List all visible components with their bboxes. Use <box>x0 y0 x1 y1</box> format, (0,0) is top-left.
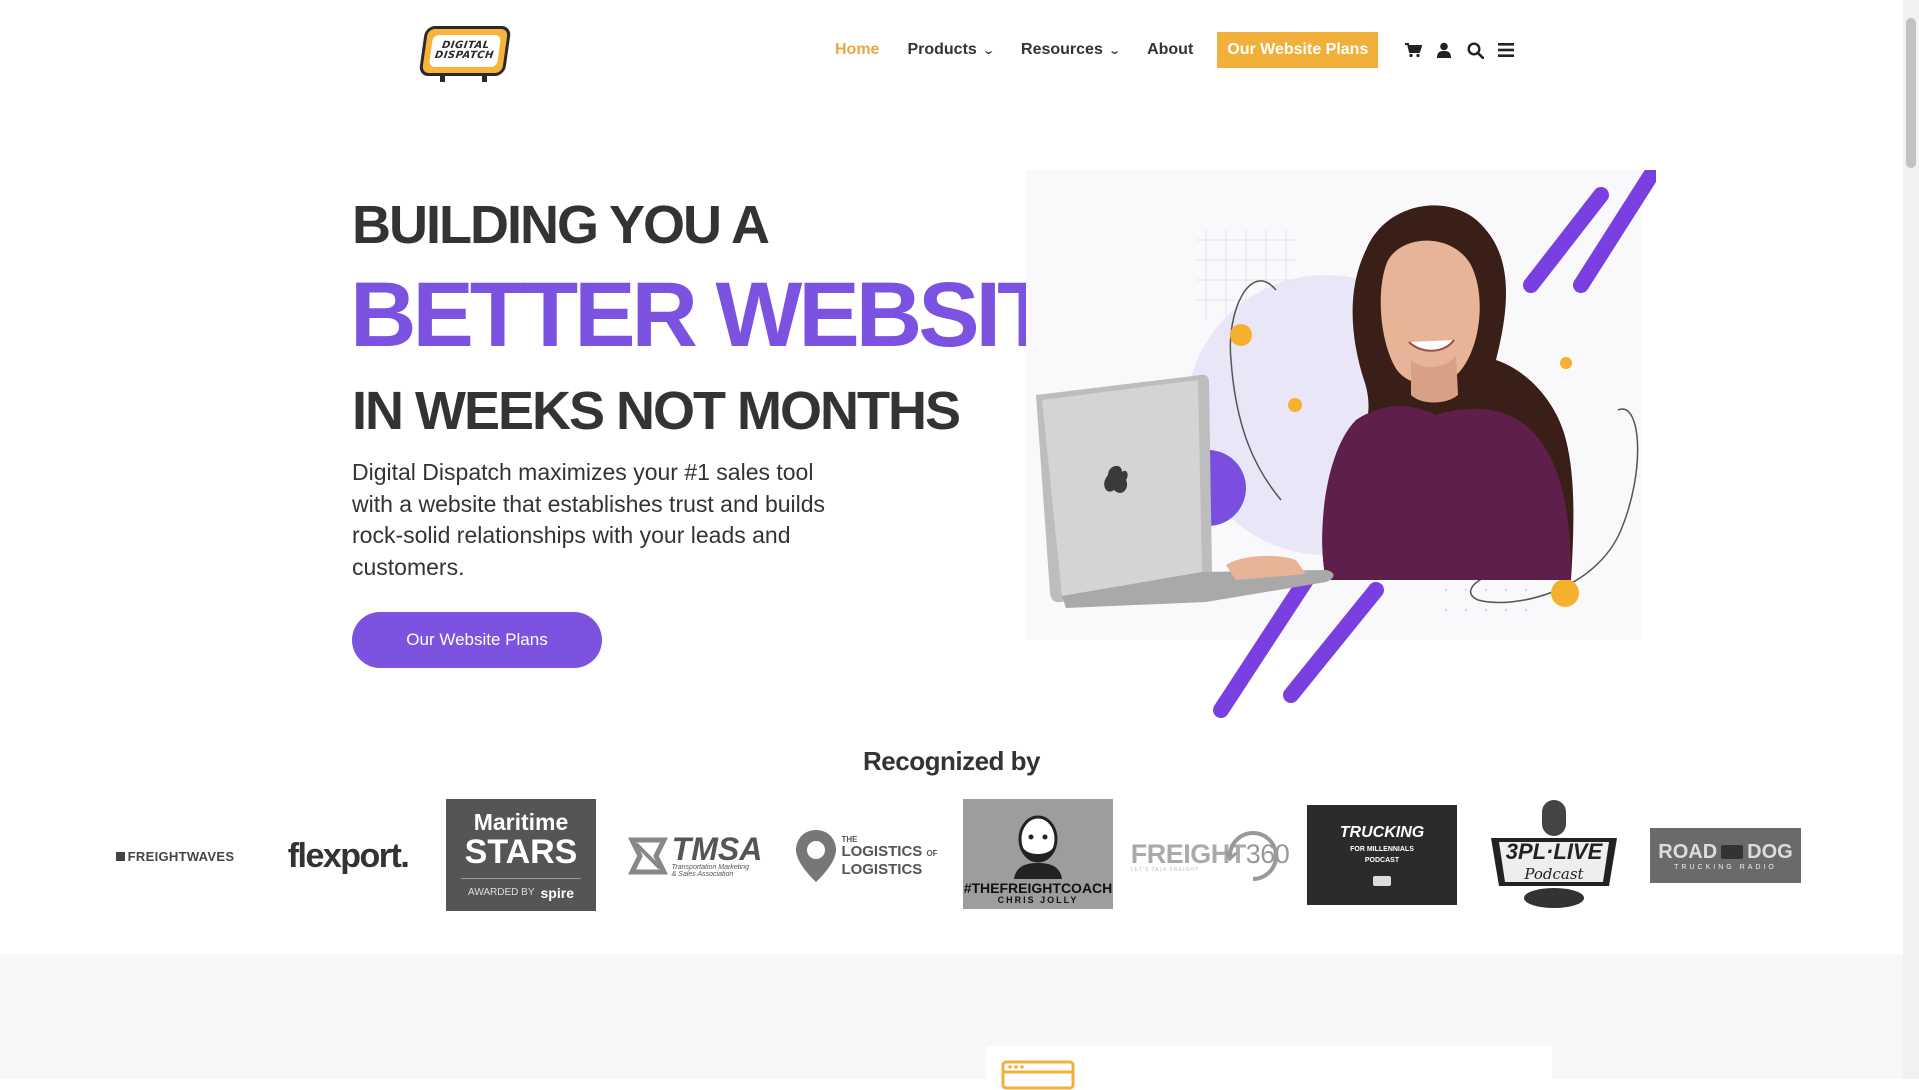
scrollbar-thumb[interactable] <box>1906 18 1916 168</box>
road-text: ROAD <box>1658 840 1718 863</box>
chevron-down-icon: ⌄ <box>981 44 995 57</box>
logistics-of: OF <box>926 848 938 858</box>
nav-item-about[interactable]: About <box>1147 41 1193 59</box>
tmsa-logo[interactable]: TMSA Transportation Marketing & Sales As… <box>618 798 770 914</box>
partner-logos: FREIGHTWAVES flexport. Maritime STARS AW… <box>0 798 1903 914</box>
tmsa-mark-icon <box>627 837 668 875</box>
logistics-line2: LOGISTICS <box>841 860 923 878</box>
nav-item-label: Products <box>907 41 977 58</box>
spire-text: spire <box>540 884 574 901</box>
podcast-text: PODCAST <box>1364 857 1400 864</box>
chevron-down-icon: ⌄ <box>1108 44 1121 57</box>
nav-item-home[interactable]: Home <box>835 41 879 59</box>
cart-icon[interactable] <box>1402 39 1424 61</box>
awarded-by-text: AWARDED BY <box>468 887 535 898</box>
freightwaves-mark-icon <box>115 851 125 861</box>
3pl-podcast-text: Podcast <box>1524 865 1584 883</box>
recognized-by-heading: Recognized by <box>863 746 1040 776</box>
website-plans-nav-button[interactable]: Our Website Plans <box>1217 32 1379 68</box>
logo-sign: DIGITAL DISPATCH <box>418 26 512 76</box>
hero-heading-line1: BUILDING YOU A <box>352 195 770 255</box>
logo-text: DIGITAL DISPATCH <box>428 35 502 67</box>
page-scrollbar[interactable] <box>1903 0 1919 1079</box>
freight-coach-text: #THEFREIGHTCOACH <box>963 880 1113 896</box>
logistics-of-logistics-logo[interactable]: THE LOGISTICS OF LOGISTICS <box>790 798 942 914</box>
features-section <box>0 954 1903 1079</box>
trucking-millennials-logo[interactable]: TRUCKING FOR MILLENNIALS PODCAST <box>1307 805 1457 905</box>
flexport-text: flexport. <box>287 836 410 875</box>
hero-description: Digital Dispatch maximizes your #1 sales… <box>352 459 826 580</box>
hero-heading-line2: BETTER WEBSITE <box>350 264 1111 366</box>
freightwaves-logo[interactable]: FREIGHTWAVES <box>100 798 250 914</box>
coach-portrait-icon <box>1014 815 1062 879</box>
truck-icon <box>1721 845 1744 859</box>
website-plans-hero-button[interactable]: Our Website Plans <box>352 612 602 668</box>
trucking-radio-text: TRUCKING RADIO <box>1674 863 1777 871</box>
hero-heading-line3: IN WEEKS NOT MONTHS <box>352 381 961 441</box>
digital-dispatch-logo[interactable]: DIGITAL DISPATCH <box>418 22 512 82</box>
main-nav: Home Products ⌄ Resources ⌄ About Our We… <box>835 32 1526 68</box>
stars-text: STARS <box>464 832 578 871</box>
tmsa-sub1: Transportation Marketing <box>671 864 749 871</box>
flexport-logo[interactable]: flexport. <box>272 798 424 914</box>
maritime-stars-logo[interactable]: Maritime STARS AWARDED BY spire <box>446 799 596 911</box>
chris-jolly-text: CHRIS JOLLY <box>997 895 1079 905</box>
logo-line2: DISPATCH <box>434 50 495 61</box>
location-pin-icon <box>796 830 837 882</box>
nav-item-label: About <box>1147 41 1194 58</box>
freightwaves-text: FREIGHTWAVES <box>127 848 235 864</box>
hero-illustration <box>1026 167 1659 720</box>
nav-item-resources[interactable]: Resources ⌄ <box>1021 41 1121 59</box>
dog-text: DOG <box>1747 840 1793 863</box>
maritime-text: Maritime <box>473 808 569 835</box>
nav-item-products[interactable]: Products ⌄ <box>907 41 995 59</box>
browser-window-icon <box>1001 1060 1075 1090</box>
road-dog-logo[interactable]: ROAD DOG TRUCKING RADIO <box>1650 828 1801 883</box>
3pl-live-text: 3PL·LIVE <box>1505 839 1603 864</box>
feature-card <box>986 1046 1552 1090</box>
tmsa-sub2: & Sales Association <box>671 871 734 878</box>
freight-coach-logo[interactable]: #THEFREIGHTCOACH CHRIS JOLLY <box>963 799 1113 909</box>
for-millennials-text: FOR MILLENNIALS <box>1350 846 1414 853</box>
trucking-text: TRUCKING <box>1339 824 1425 841</box>
site-header: DIGITAL DISPATCH Home Products ⌄ Resourc… <box>0 0 1900 100</box>
refresh-ring-icon <box>1224 831 1278 881</box>
tmsa-text: TMSA <box>671 831 763 867</box>
user-icon[interactable] <box>1433 39 1455 61</box>
freight360-logo[interactable]: FREIGHT360 LET'S TALK FREIGHT <box>1131 798 1290 914</box>
logistics-line1: LOGISTICS <box>841 842 923 860</box>
menu-icon[interactable] <box>1495 39 1517 61</box>
3pl-live-logo[interactable]: 3PL·LIVE Podcast <box>1478 798 1630 914</box>
nav-item-label: Resources <box>1021 41 1103 58</box>
nav-item-label: Home <box>835 41 880 58</box>
divider <box>461 877 581 879</box>
pdq-badge-icon <box>1373 876 1391 886</box>
search-icon[interactable] <box>1464 39 1486 61</box>
